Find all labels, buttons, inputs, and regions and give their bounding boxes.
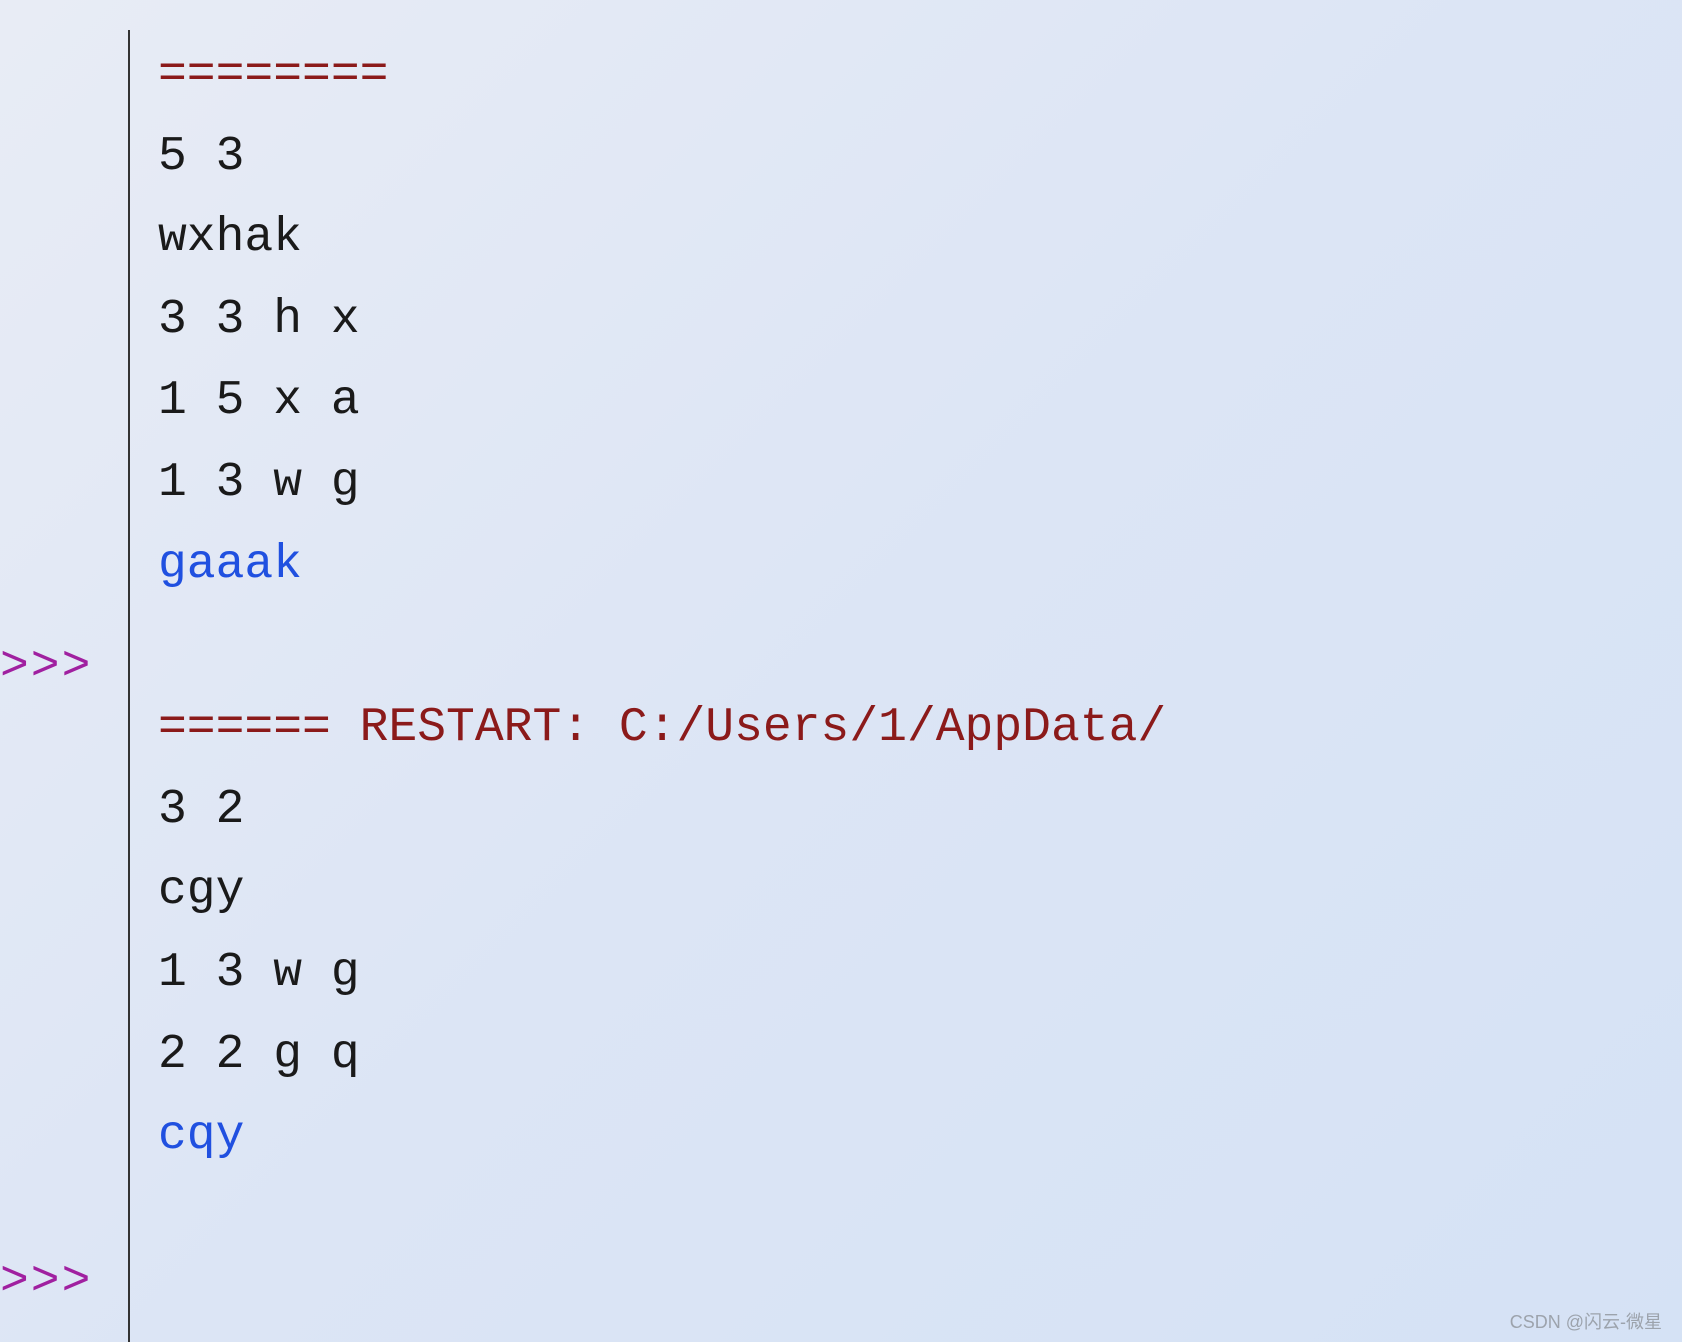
output-line: gaaak	[158, 525, 1682, 607]
idle-shell-view: >>> >>> ======== 5 3 wxhak 3 3 h x 1 5 x…	[0, 0, 1682, 1342]
output-line: cqy	[158, 1096, 1682, 1178]
restart-prefix: ======	[158, 701, 360, 755]
input-line: 2 2 g q	[158, 1015, 1682, 1097]
restart-path: C:/Users/1/AppData/	[619, 701, 1166, 755]
input-line: 3 3 h x	[158, 280, 1682, 362]
prompt-marker[interactable]: >>>	[0, 640, 92, 694]
input-line: 3 2	[158, 770, 1682, 852]
divider-line: ========	[158, 35, 1682, 117]
input-line: 1 3 w g	[158, 443, 1682, 525]
input-line: 1 5 x a	[158, 361, 1682, 443]
input-line: 5 3	[158, 117, 1682, 199]
prompt-gutter: >>> >>>	[0, 30, 130, 1342]
restart-line: ====== RESTART: C:/Users/1/AppData/	[158, 688, 1682, 770]
blank-line	[158, 606, 1682, 688]
watermark: CSDN @闪云-微星	[1510, 1308, 1662, 1334]
input-line: 1 3 w g	[158, 933, 1682, 1015]
restart-label: RESTART:	[360, 701, 619, 755]
shell-content[interactable]: ======== 5 3 wxhak 3 3 h x 1 5 x a 1 3 w…	[130, 30, 1682, 1342]
input-line: wxhak	[158, 198, 1682, 280]
prompt-marker[interactable]: >>>	[0, 1255, 92, 1309]
input-line: cgy	[158, 851, 1682, 933]
